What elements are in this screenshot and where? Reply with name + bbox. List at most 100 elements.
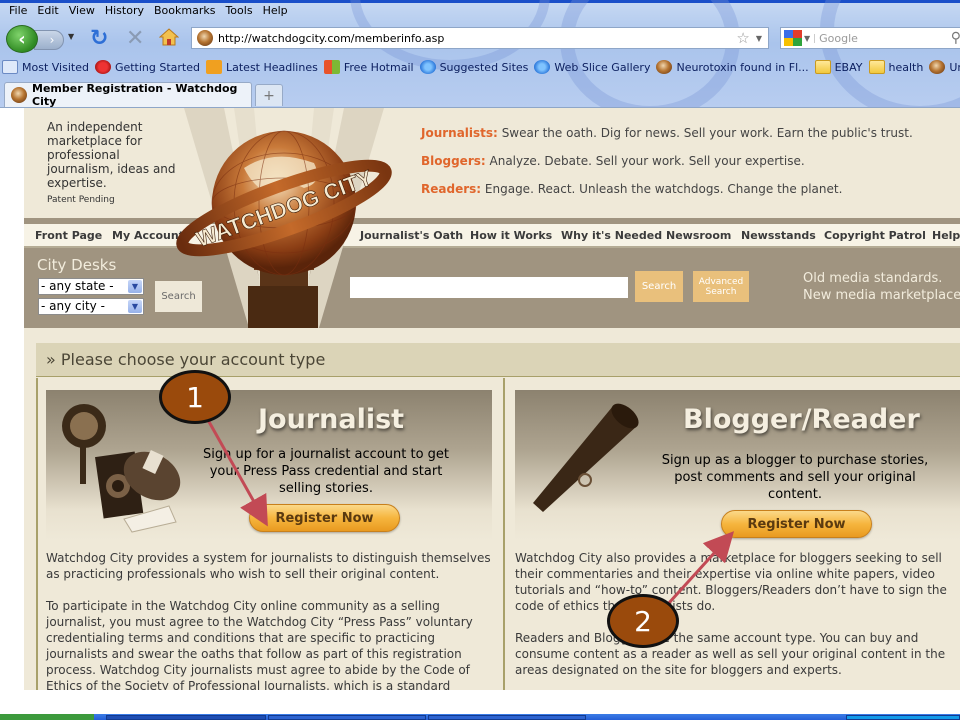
rss-icon — [206, 60, 222, 74]
chevron-down-icon[interactable]: ▼ — [128, 300, 142, 313]
tab-member-registration[interactable]: Member Registration - Watchdog City — [4, 82, 252, 108]
home-icon[interactable] — [159, 27, 179, 47]
bookmark-web-slice-gallery[interactable]: Web Slice Gallery — [534, 60, 650, 74]
chevron-left-icon: ‹ — [18, 28, 26, 50]
bookmark-folder-ebay[interactable]: EBAY — [814, 60, 863, 74]
page-viewport: An independent marketplace for professio… — [0, 108, 960, 690]
nav-help[interactable]: Help — [932, 229, 960, 242]
ie-icon — [419, 60, 436, 74]
search-engine-dropdown-icon[interactable]: ▼ — [804, 33, 816, 43]
promo-label: Journalists: — [421, 126, 498, 140]
promo-text: Analyze. Debate. Sell your work. Sell yo… — [489, 154, 805, 168]
taskbar-item[interactable] — [268, 715, 426, 720]
url-text[interactable]: http://watchdogcity.com/memberinfo.asp — [218, 32, 736, 45]
google-engine-icon[interactable] — [784, 30, 802, 46]
journalist-title: Journalist — [258, 404, 405, 435]
url-bar[interactable]: http://watchdogcity.com/memberinfo.asp ☆… — [191, 27, 769, 49]
annotation-step-1: 1 — [159, 370, 231, 424]
state-select-value: - any state - — [41, 279, 114, 293]
state-select[interactable]: - any state - ▼ — [38, 278, 144, 295]
back-button[interactable]: ‹ — [6, 25, 38, 53]
taskbar-item[interactable] — [106, 715, 266, 720]
audience-promo: Journalists: Swear the oath. Dig for new… — [421, 126, 913, 210]
bookmark-label: Suggested Sites — [439, 60, 529, 74]
nav-newsstands[interactable]: Newsstands — [741, 229, 816, 242]
site-slogan: Old media standards. New media marketpla… — [803, 270, 960, 304]
menu-bookmarks[interactable]: Bookmarks — [149, 4, 220, 17]
firefox-icon — [94, 60, 111, 74]
bookmark-label: Web Slice Gallery — [554, 60, 651, 74]
nav-why-its-needed[interactable]: Why it's Needed — [561, 229, 662, 242]
menu-file[interactable]: File — [4, 4, 32, 17]
site-search-button[interactable]: Search — [635, 271, 683, 302]
bookmark-label: Most Visited — [22, 60, 89, 74]
most-visited-icon — [2, 60, 18, 74]
bookmark-neurotoxin[interactable]: Neurotoxin found in Fl... — [656, 60, 809, 74]
promo-readers: Readers: Engage. React. Unleash the watc… — [421, 182, 913, 210]
new-tab-button[interactable]: + — [255, 84, 283, 106]
blogger-register-button[interactable]: Register Now — [721, 510, 872, 538]
bookmark-label: Neurotoxin found in Fl... — [676, 60, 809, 74]
blogger-column: Blogger/Reader Sign up as a blogger to p… — [503, 378, 960, 690]
taskbar-item[interactable] — [428, 715, 586, 720]
menu-view[interactable]: View — [64, 4, 100, 17]
city-select[interactable]: - any city - ▼ — [38, 298, 144, 315]
watchdog-city-logo[interactable]: WATCHDOG CITY — [174, 108, 394, 328]
journalist-register-button[interactable]: Register Now — [249, 504, 400, 532]
bookmark-latest-headlines[interactable]: Latest Headlines — [206, 60, 318, 74]
menu-bar: File Edit View History Bookmarks Tools H… — [4, 4, 293, 17]
stop-icon[interactable]: ✕ — [126, 26, 144, 51]
bookmark-label: health — [888, 60, 924, 74]
choose-account-header: » Please choose your account type — [36, 343, 960, 377]
bookmark-suggested-sites[interactable]: Suggested Sites — [419, 60, 529, 74]
bookmark-star-icon[interactable]: ☆ — [736, 29, 749, 47]
tab-bar: Member Registration - Watchdog City + — [0, 82, 960, 108]
bookmark-universal-terms[interactable]: Universal Terms of — [929, 60, 960, 74]
nav-front-page[interactable]: Front Page — [35, 229, 102, 242]
watchdog-favicon — [929, 60, 946, 74]
chevron-down-icon[interactable]: ▼ — [128, 280, 142, 293]
magnifier-icon[interactable]: ⚲ — [951, 30, 960, 46]
bookmark-folder-health[interactable]: health — [868, 60, 924, 74]
nav-newsroom[interactable]: Newsroom — [666, 229, 731, 242]
blogger-title: Blogger/Reader — [683, 404, 920, 435]
blogger-paragraph: Watchdog City also provides a marketplac… — [515, 551, 947, 613]
slogan-line: Old media standards. — [803, 271, 943, 286]
browser-chrome: File Edit View History Bookmarks Tools H… — [0, 0, 960, 108]
menu-help[interactable]: Help — [258, 4, 293, 17]
folder-icon — [814, 60, 831, 74]
bookmark-label: Universal Terms of — [949, 60, 960, 74]
journalist-paragraph: To participate in the Watchdog City onli… — [46, 599, 473, 690]
history-dropdown-icon[interactable]: ▼ — [68, 32, 74, 41]
menu-history[interactable]: History — [100, 4, 149, 17]
reload-icon[interactable]: ↻ — [90, 26, 108, 51]
bookmarks-toolbar: Most Visited Getting Started Latest Head… — [2, 60, 960, 74]
chevron-right-icon: › — [49, 33, 55, 47]
forward-button[interactable]: › — [34, 30, 64, 50]
menu-edit[interactable]: Edit — [32, 4, 63, 17]
choose-account-heading: » Please choose your account type — [46, 350, 326, 369]
ie-icon — [534, 60, 551, 74]
url-dropdown-icon[interactable]: ▼ — [756, 34, 762, 43]
megaphone-image — [533, 403, 639, 512]
menu-tools[interactable]: Tools — [220, 4, 257, 17]
bookmark-most-visited[interactable]: Most Visited — [2, 60, 89, 74]
slogan-line: New media marketplace — [803, 288, 960, 303]
plus-icon: + — [263, 87, 275, 104]
bookmark-getting-started[interactable]: Getting Started — [94, 60, 200, 74]
bookmark-free-hotmail[interactable]: Free Hotmail — [323, 60, 414, 74]
journalist-info: Watchdog City provides a system for jour… — [46, 550, 496, 690]
bookmark-label: Getting Started — [114, 60, 200, 74]
blogger-description: Sign up as a blogger to purchase stories… — [661, 453, 929, 502]
journalist-description: Sign up for a journalist account to get … — [202, 447, 450, 496]
bookmark-label: EBAY — [834, 60, 863, 74]
nav-copyright-patrol[interactable]: Copyright Patrol — [824, 229, 926, 242]
search-input[interactable]: Google — [819, 32, 951, 45]
start-button[interactable] — [0, 714, 94, 720]
promo-bloggers: Bloggers: Analyze. Debate. Sell your wor… — [421, 154, 913, 182]
search-bar[interactable]: ▼ Google ⚲ — [780, 27, 960, 49]
nav-how-it-works[interactable]: How it Works — [470, 229, 552, 242]
site-favicon — [197, 30, 213, 46]
watchdog-favicon — [11, 87, 27, 103]
advanced-search-button[interactable]: Advanced Search — [693, 271, 749, 302]
